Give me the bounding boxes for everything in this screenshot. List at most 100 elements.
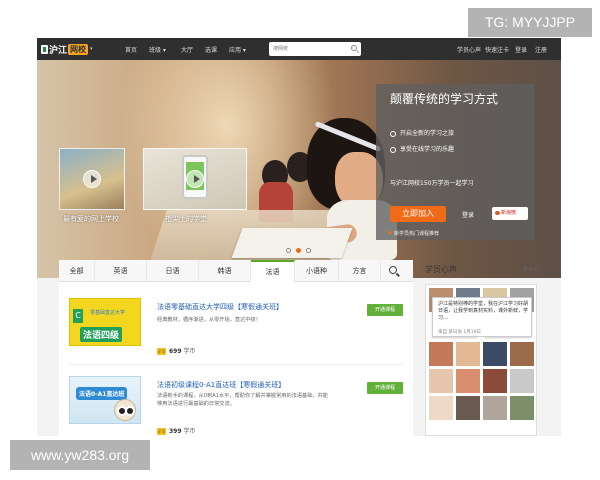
avatar[interactable]: [455, 368, 481, 394]
testimonial-meta: 来自 某日语 1月19日: [438, 330, 481, 335]
tab-japanese[interactable]: 日语: [147, 260, 199, 282]
watermark-bottom-left: www.yw283.org: [10, 440, 150, 470]
logo-text: 沪江: [49, 45, 68, 56]
course-title-2[interactable]: 法语初级课程0-A1直达班【寒假通关班】: [157, 380, 285, 390]
course-panel: 全部 英语 日语 韩语 法语 小语种 方言 C 零基础直达大学 法语四级 法语零…: [59, 260, 413, 436]
search-icon[interactable]: [351, 45, 357, 51]
weibo-login-button[interactable]: 新浪微: [492, 207, 528, 220]
avatar[interactable]: [455, 395, 481, 421]
tab-minor-languages[interactable]: 小语种: [295, 260, 339, 282]
tab-dialects[interactable]: 方言: [339, 260, 381, 282]
price-unit: 学币: [183, 348, 196, 355]
promo-box: 颠覆传统的学习方式 开启全新的学习之旅 享受在线学习的乐趣 与沪江网校150万学…: [376, 84, 534, 240]
logo-badge: 网校: [68, 43, 89, 55]
tab-all[interactable]: 全部: [59, 260, 95, 282]
testimonial-text: 沪江是特别棒的学堂，我在沪江学习好胡日语，让我学到真材实料，课外新鲜，学习…: [438, 301, 529, 321]
avatar[interactable]: [509, 368, 535, 394]
avatar[interactable]: [482, 395, 508, 421]
divider: [69, 364, 403, 365]
course-card-1[interactable]: C 零基础直达大学 法语四级 法语零基础直达大学四级【寒假通关班】 经典教材，循…: [59, 290, 413, 364]
promo-subline: 与沪江网校150万学员一起学习: [390, 180, 474, 187]
hero-banner: 最有爱的网上学校 指尖上的学堂 颠覆传统的学习方式 开启全新的学习之旅 享受在线…: [37, 60, 561, 278]
more-link[interactable]: 更多 ▾: [523, 266, 537, 273]
tab-korean[interactable]: 韩语: [199, 260, 251, 282]
video-thumb-school[interactable]: [59, 148, 125, 210]
course-desc-2: 法语新手的课程，从0到A1水平，帮助你了解并掌握常用的法语基础，并能够用法语进行…: [157, 393, 328, 407]
thumb-caption-school: 最有爱的网上学校: [63, 215, 119, 223]
avatar-mosaic: 沪江是特别棒的学堂，我在沪江学习好胡日语，让我学到真材实料，课外新鲜，学习… 来…: [425, 284, 537, 436]
promo-login-link[interactable]: 登录: [462, 210, 474, 219]
promo-bullet-2: 享受在线学习的乐趣: [390, 144, 454, 153]
play-icon[interactable]: [83, 170, 101, 188]
price-value: 699: [169, 348, 182, 355]
nav-home[interactable]: 首页: [125, 45, 137, 54]
course-desc-1: 经典教材，循序渐进，从零开始，直达中级！: [157, 317, 261, 323]
play-icon[interactable]: [186, 170, 204, 188]
watermark-top-right: TG: MYYJJPP: [468, 8, 592, 37]
course-image-title: 法语四级: [80, 327, 123, 342]
nav-login[interactable]: 登录: [515, 45, 527, 54]
thumb-caption-mobile: 指尖上的学堂: [165, 215, 207, 223]
avatar[interactable]: [428, 341, 454, 367]
promo-bullet-1: 开启全新的学习之旅: [390, 128, 454, 137]
course-image-letter: C: [73, 309, 83, 323]
search-input[interactable]: [273, 44, 343, 54]
avatar[interactable]: [482, 368, 508, 394]
section-title: 学员心声: [425, 265, 457, 274]
tab-english[interactable]: 英语: [95, 260, 147, 282]
nav-search: [269, 42, 361, 56]
promo-title: 颠覆传统的学习方式: [390, 92, 499, 106]
screenshot: 沪江 网校 ▾ 首页 班级 ▾ 大厅 选课 应用 ▾ 学员心声 快速注卡 登录 …: [0, 0, 600, 480]
carousel-dot-1[interactable]: [286, 248, 291, 253]
nav-class-label: 班级: [149, 47, 162, 54]
nav-class[interactable]: 班级 ▾: [149, 45, 166, 54]
chevron-down-icon: ▾: [161, 47, 166, 54]
coin-icon: 学币: [157, 348, 166, 355]
coin-icon: 学币: [157, 428, 166, 435]
chevron-down-icon: ▾: [533, 267, 538, 273]
student-voice-panel: 学员心声 更多 ▾ 沪江是特别棒的学堂，我在沪江学习好胡日语，让我学到真材实料，…: [423, 260, 547, 436]
tab-french[interactable]: 法语: [251, 260, 295, 283]
carousel-dot-3[interactable]: [306, 248, 311, 253]
avatar[interactable]: [428, 368, 454, 394]
promo-note[interactable]: 新学员热门课程推荐: [387, 230, 439, 237]
language-tabs: 全部 英语 日语 韩语 法语 小语种 方言: [59, 260, 413, 283]
video-thumb-mobile[interactable]: [143, 148, 247, 210]
course-price-2: 学币 399 学币: [157, 426, 195, 435]
enroll-button-2[interactable]: 开通课程: [367, 382, 403, 394]
nav-card-register[interactable]: 快速注卡: [485, 45, 509, 54]
join-now-button[interactable]: 立即加入: [390, 206, 446, 222]
course-image-2[interactable]: 法语0-A1直达班: [69, 376, 141, 424]
website-frame: 沪江 网校 ▾ 首页 班级 ▾ 大厅 选课 应用 ▾ 学员心声 快速注卡 登录 …: [37, 38, 561, 436]
avatar[interactable]: [455, 341, 481, 367]
enroll-button-1[interactable]: 开通课程: [367, 304, 403, 316]
avatar[interactable]: [428, 395, 454, 421]
nav-register[interactable]: 注册: [535, 45, 547, 54]
price-value: 399: [169, 428, 182, 435]
top-nav: 沪江 网校 ▾ 首页 班级 ▾ 大厅 选课 应用 ▾ 学员心声 快速注卡 登录 …: [37, 38, 561, 60]
course-image-sub: 零基础直达大学: [90, 310, 126, 316]
course-title-1[interactable]: 法语零基础直达大学四级【寒假通关班】: [157, 302, 283, 312]
chevron-down-icon: ▾: [90, 46, 93, 52]
nav-courses[interactable]: 选课: [205, 45, 217, 54]
course-card-2[interactable]: 法语0-A1直达班 法语初级课程0-A1直达班【寒假通关班】 法语新手的课程，从…: [59, 368, 413, 436]
avatar[interactable]: [509, 395, 535, 421]
price-unit: 学币: [183, 428, 196, 435]
hero-photo-book: [231, 228, 353, 258]
course-price-1: 学币 699 学币: [157, 346, 195, 355]
course-image-1[interactable]: C 零基础直达大学 法语四级: [69, 298, 141, 346]
avatar[interactable]: [482, 341, 508, 367]
more-link-label: 更多: [523, 267, 534, 273]
search-icon[interactable]: [389, 266, 397, 274]
nav-apps[interactable]: 应用 ▾: [229, 45, 246, 54]
chevron-down-icon: ▾: [241, 47, 246, 54]
site-logo[interactable]: 沪江 网校 ▾: [41, 42, 93, 56]
nav-apps-label: 应用: [229, 47, 242, 54]
logo-icon: [41, 44, 48, 54]
carousel-dot-2[interactable]: [296, 248, 301, 253]
nav-hall[interactable]: 大厅: [181, 45, 193, 54]
owl-mascot-icon: [114, 399, 136, 421]
nav-student-voice[interactable]: 学员心声: [457, 45, 481, 54]
testimonial-bubble[interactable]: 沪江是特别棒的学堂，我在沪江学习好胡日语，让我学到真材实料，课外新鲜，学习… 来…: [432, 297, 532, 342]
avatar[interactable]: [509, 341, 535, 367]
